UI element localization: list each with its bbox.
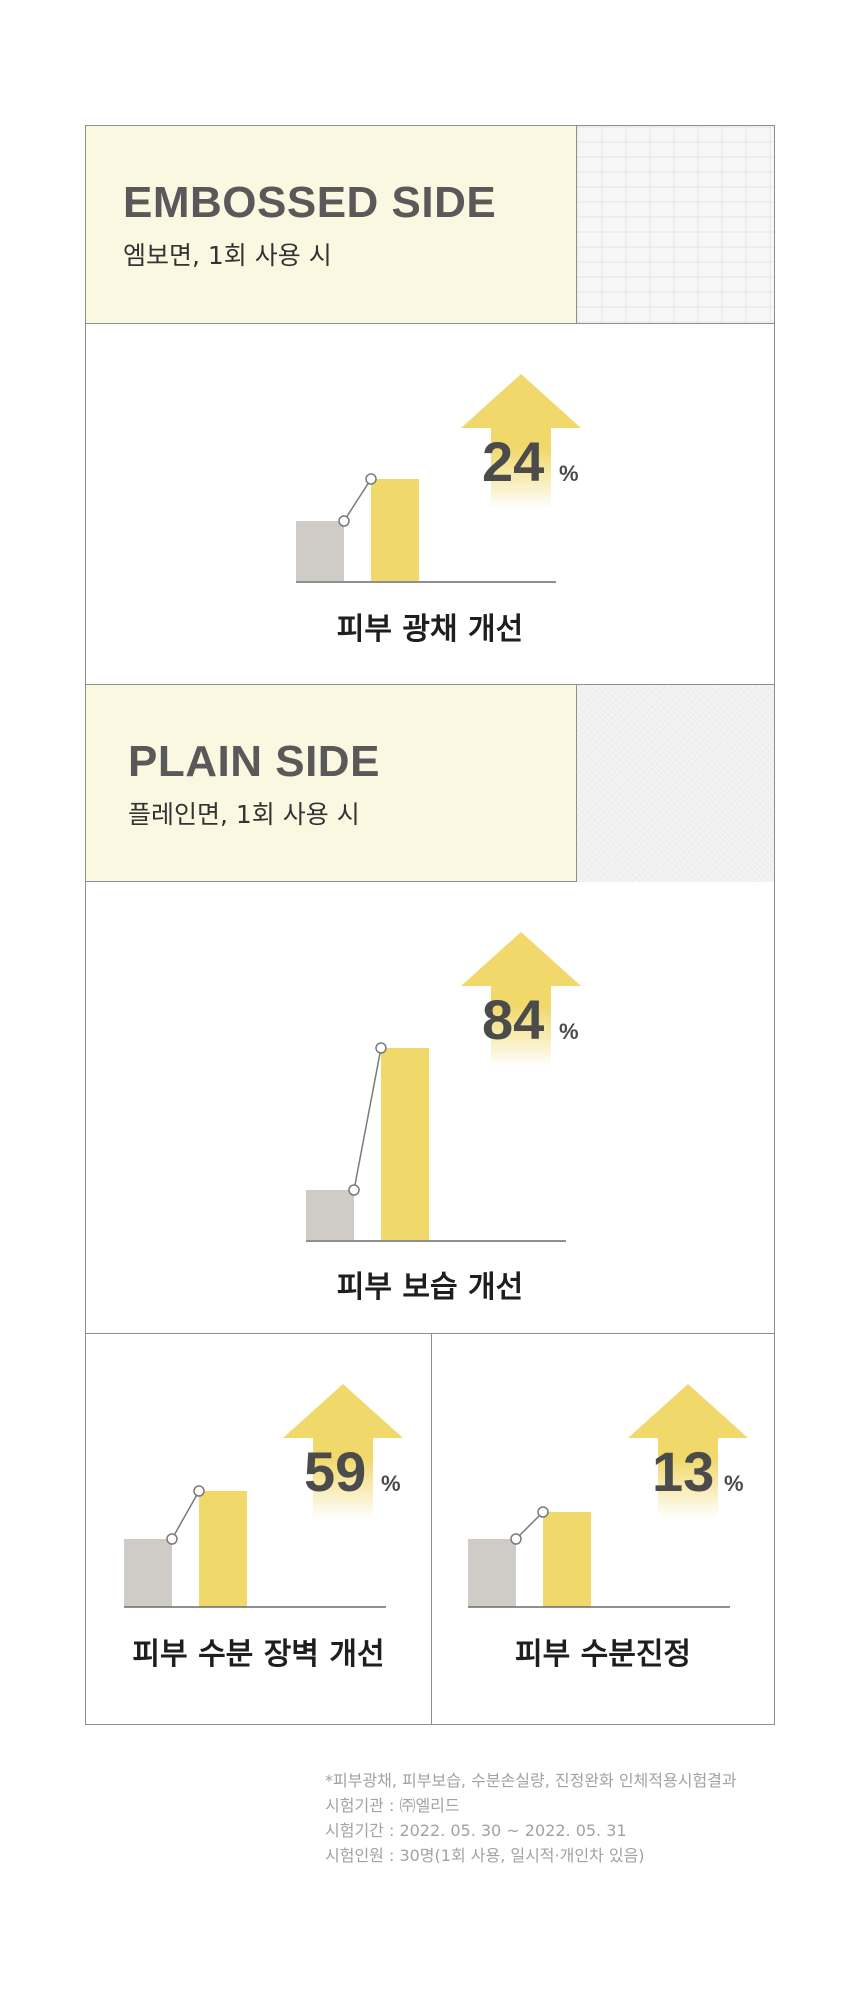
point-after <box>537 1506 549 1518</box>
chart-label: 피부 광채 개선 <box>336 612 524 647</box>
footnote-line: *피부광채, 피부보습, 수분손실량, 진정완화 인체적용시험결과 <box>325 1771 737 1790</box>
bar-before <box>306 1190 354 1240</box>
point-after <box>365 473 377 485</box>
results-frame: EMBOSSED SIDE 엠보면, 1회 사용 시 24 % 피부 광채 개선… <box>85 125 775 1725</box>
improvement-value: 84 <box>482 988 544 1051</box>
chart-panel-radiance: 24 % 피부 광채 개선 <box>86 324 774 684</box>
improvement-unit: % <box>559 461 579 486</box>
chart-barrier: 59 % <box>124 1384 403 1608</box>
plain-header: PLAIN SIDE 플레인면, 1회 사용 시 <box>86 684 774 882</box>
plain-texture-swatch <box>576 685 774 882</box>
chart-soothing: 13 % <box>468 1384 748 1608</box>
chart-panel-soothing: 13 % 피부 수분진정 <box>432 1334 774 1724</box>
point-before <box>166 1533 178 1545</box>
point-before <box>338 515 350 527</box>
embossed-header: EMBOSSED SIDE 엠보면, 1회 사용 시 <box>86 126 774 324</box>
improvement-unit: % <box>559 1019 579 1044</box>
point-before <box>348 1184 360 1196</box>
trend-line <box>353 1047 382 1191</box>
trend-line <box>171 1490 200 1540</box>
improvement-unit: % <box>724 1471 744 1496</box>
improvement-value: 59 <box>304 1440 366 1503</box>
chart-moisture: 84 % <box>306 932 581 1242</box>
chart-radiance: 24 % <box>296 374 581 583</box>
bar-after <box>371 479 419 581</box>
improvement-unit: % <box>381 1471 401 1496</box>
bar-after <box>543 1512 591 1607</box>
chart-label: 피부 수분진정 <box>514 1637 692 1672</box>
bar-after <box>381 1048 429 1240</box>
chart-panel-moisture: 84 % 피부 보습 개선 <box>86 882 774 1334</box>
section-subtitle: 엠보면, 1회 사용 시 <box>123 241 332 270</box>
bar-after <box>199 1491 247 1607</box>
footnote-line: 시험기간 : 2022. 05. 30 ~ 2022. 05. 31 <box>325 1821 627 1840</box>
bar-before <box>124 1539 172 1607</box>
point-after <box>375 1042 387 1054</box>
footnote-line: 시험기관 : ㈜엘리드 <box>325 1796 460 1815</box>
footnotes: *피부광채, 피부보습, 수분손실량, 진정완화 인체적용시험결과 시험기관 :… <box>325 1768 737 1868</box>
footnote-line: 시험인원 : 30명(1회 사용, 일시적·개인차 있음) <box>325 1846 645 1865</box>
section-subtitle: 플레인면, 1회 사용 시 <box>128 800 360 829</box>
section-title: EMBOSSED SIDE <box>123 178 497 227</box>
improvement-value: 24 <box>482 430 544 493</box>
trend-line <box>343 478 372 522</box>
embossed-texture-swatch <box>576 126 774 323</box>
section-title: PLAIN SIDE <box>128 737 380 786</box>
chart-label: 피부 보습 개선 <box>336 1270 524 1305</box>
bar-before <box>468 1539 516 1607</box>
chart-panel-barrier: 59 % 피부 수분 장벽 개선 <box>86 1334 431 1724</box>
chart-label: 피부 수분 장벽 개선 <box>132 1637 385 1672</box>
point-after <box>193 1485 205 1497</box>
bar-before <box>296 521 344 581</box>
point-before <box>510 1533 522 1545</box>
improvement-value: 13 <box>652 1440 714 1503</box>
